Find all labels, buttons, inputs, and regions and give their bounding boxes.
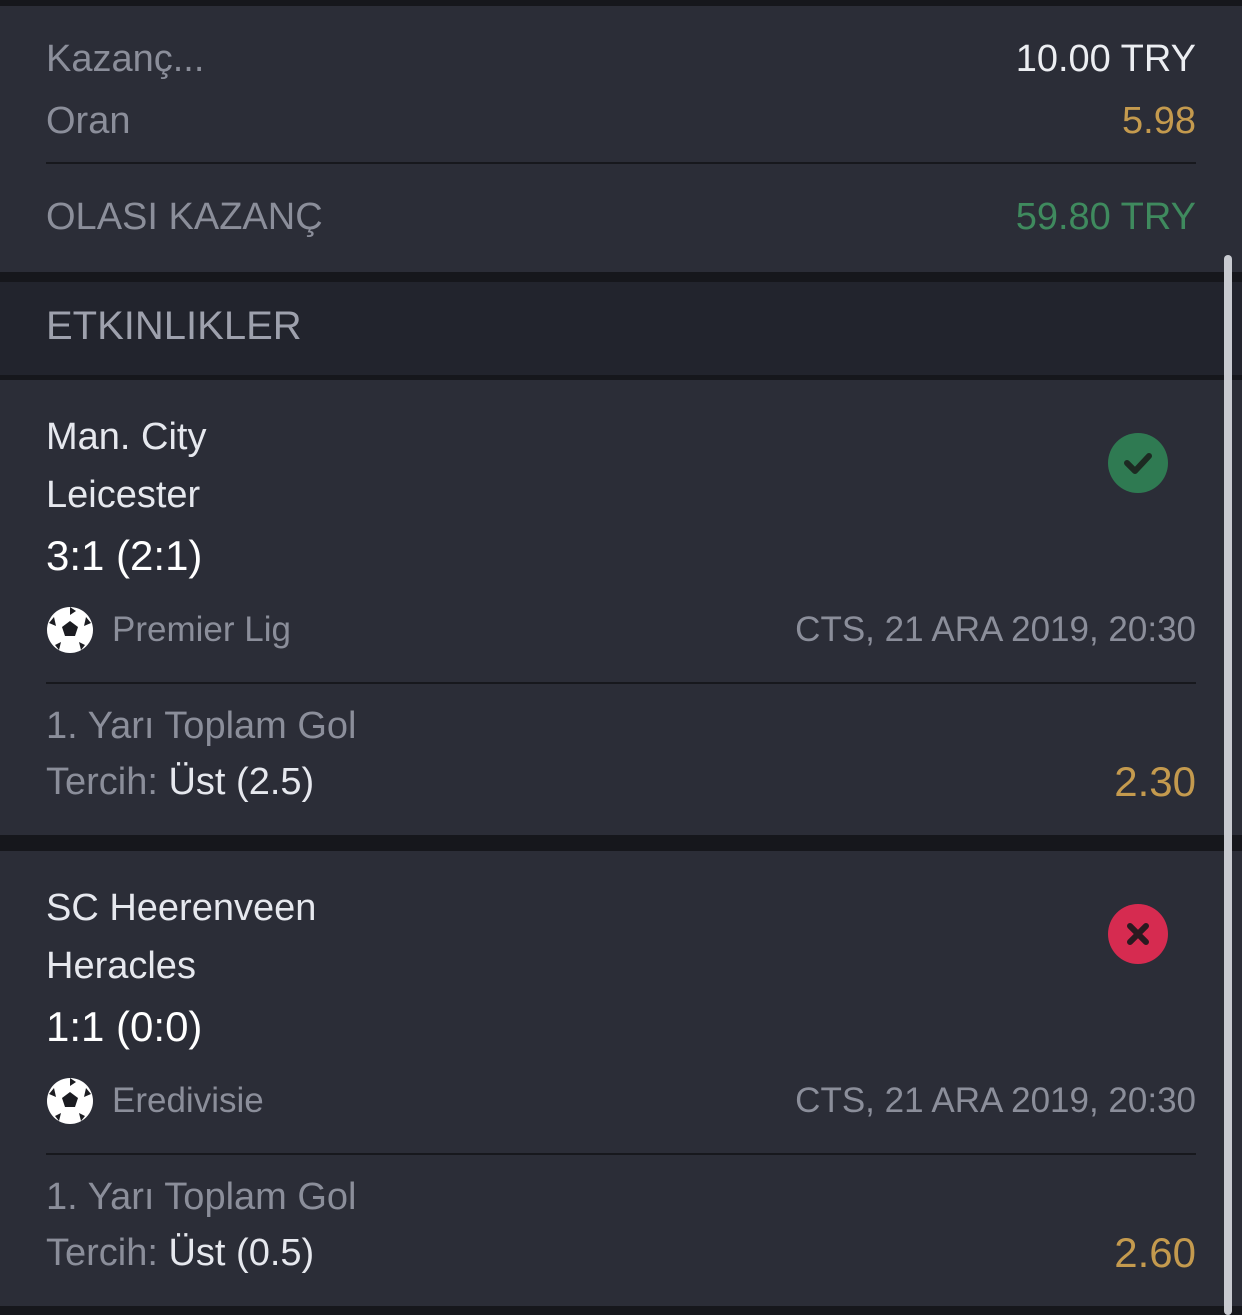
event-divider — [46, 1153, 1196, 1155]
x-circle-icon — [1108, 904, 1168, 964]
league-row: Eredivisie CTS, 21 ARA 2019, 20:30 — [46, 1076, 1196, 1126]
summary-divider — [46, 162, 1196, 164]
stake-value: 10.00 TRY — [1015, 37, 1196, 80]
pick-row: Tercih: Üst (0.5) 2.60 — [46, 1228, 1196, 1278]
soccer-ball-icon — [47, 607, 93, 653]
events-title: ETKINLIKLER — [46, 304, 302, 348]
home-team: Man. City — [46, 416, 207, 458]
pick-value: Üst (2.5) — [168, 760, 315, 803]
league-name: Premier Lig — [112, 610, 291, 649]
pick-odds: 2.30 — [1114, 758, 1196, 805]
pick-value: Üst (0.5) — [168, 1231, 315, 1274]
league-row: Premier Lig CTS, 21 ARA 2019, 20:30 — [46, 605, 1196, 655]
pick-label: Tercih: — [46, 1231, 158, 1274]
home-team: SC Heerenveen — [46, 887, 317, 929]
event-card[interactable]: SC Heerenveen Heracles 1:1 (0:0) Eredivi… — [0, 851, 1242, 1306]
stake-label: Kazanç... — [46, 37, 205, 80]
total-odds-value: 5.98 — [1122, 99, 1196, 142]
match-score: 3:1 (2:1) — [46, 532, 203, 579]
soccer-ball-icon — [47, 1078, 93, 1124]
potential-win-label: OLASI KAZANÇ — [46, 195, 323, 238]
match-score: 1:1 (0:0) — [46, 1003, 203, 1050]
market-name: 1. Yarı Toplam Gol — [46, 1176, 357, 1218]
odds-label: Oran — [46, 99, 131, 142]
match-datetime: CTS, 21 ARA 2019, 20:30 — [795, 1081, 1196, 1120]
market-name: 1. Yarı Toplam Gol — [46, 705, 357, 747]
away-team: Heracles — [46, 945, 196, 987]
event-card[interactable]: Man. City Leicester 3:1 (2:1) Premier Li… — [0, 380, 1242, 835]
events-header: ETKINLIKLER — [0, 282, 1242, 375]
check-circle-icon — [1108, 433, 1168, 493]
match-datetime: CTS, 21 ARA 2019, 20:30 — [795, 610, 1196, 649]
away-team: Leicester — [46, 474, 201, 516]
potential-win-row: OLASI KAZANÇ 59.80 TRY — [46, 192, 1196, 242]
odds-row: Oran 5.98 — [46, 96, 1196, 146]
stake-row: Kazanç... 10.00 TRY — [46, 34, 1196, 84]
bet-summary: Kazanç... 10.00 TRY Oran 5.98 OLASI KAZA… — [0, 6, 1242, 272]
potential-win-value: 59.80 TRY — [1015, 195, 1196, 238]
pick-odds: 2.60 — [1114, 1229, 1196, 1276]
pick-row: Tercih: Üst (2.5) 2.30 — [46, 757, 1196, 807]
event-divider — [46, 682, 1196, 684]
league-name: Eredivisie — [112, 1081, 264, 1120]
scrollbar[interactable] — [1224, 255, 1232, 1315]
pick-label: Tercih: — [46, 760, 158, 803]
